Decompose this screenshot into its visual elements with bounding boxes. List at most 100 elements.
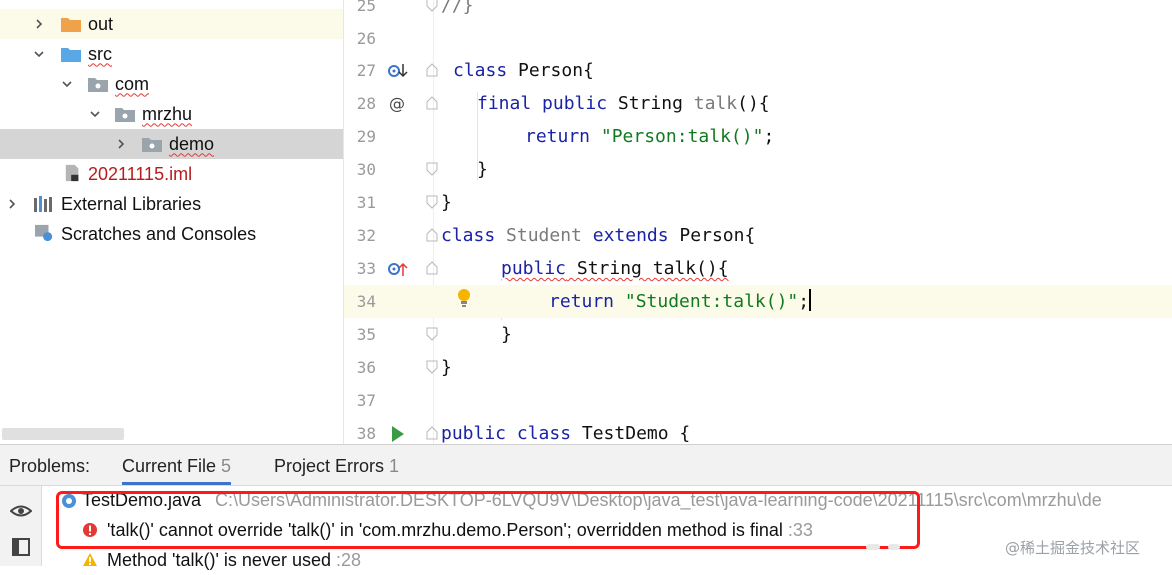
tree-item-label: Scratches and Consoles <box>61 223 257 244</box>
code-line: 37 <box>344 384 1172 417</box>
code-text: return "Student:talk()"; <box>549 289 812 312</box>
folder-icon <box>61 48 81 62</box>
chevron-right-icon[interactable] <box>5 197 19 211</box>
tree-item-label: src <box>88 43 112 64</box>
fold-end-icon[interactable] <box>426 195 438 209</box>
overriding-up-icon[interactable] <box>386 258 408 280</box>
code-line: 33 public String talk(){ <box>344 252 1172 285</box>
code-text: class Student extends Person{ <box>441 225 756 246</box>
line-number: 29 <box>356 127 376 146</box>
code-line: 35 } <box>344 318 1172 351</box>
line-number: 37 <box>356 391 376 410</box>
code-line: 30 } <box>344 153 1172 186</box>
fold-start-icon[interactable] <box>426 426 438 440</box>
line-number: 38 <box>356 424 376 443</box>
code-text: } <box>501 324 512 345</box>
chevron-down-icon[interactable] <box>32 47 46 61</box>
line-number: 34 <box>356 292 376 311</box>
warning-icon <box>83 553 97 566</box>
layout-icon[interactable] <box>10 536 32 558</box>
fold-end-icon[interactable] <box>426 360 438 374</box>
package-icon <box>115 108 135 122</box>
watermark-decoration <box>866 544 900 550</box>
tree-item-out[interactable]: out <box>0 9 343 39</box>
watermark: @稀土掘金技术社区 <box>1005 539 1141 557</box>
libraries-icon <box>34 196 52 212</box>
package-icon <box>142 138 162 152</box>
fold-start-icon[interactable] <box>426 96 438 110</box>
tree-item-src[interactable]: src <box>0 39 343 69</box>
code-text: public class TestDemo { <box>441 423 691 444</box>
tab-current-file[interactable]: Current File 5 <box>122 445 232 485</box>
iml-file-icon <box>65 164 79 182</box>
code-line: 26 <box>344 22 1172 55</box>
chevron-down-icon[interactable] <box>88 107 102 121</box>
line-number: 28 <box>356 94 376 113</box>
lightbulb-icon[interactable] <box>453 287 475 309</box>
code-line-current: 34 return "Student:talk()"; <box>344 285 1172 318</box>
tree-item-label: demo <box>169 133 215 154</box>
problem-message: Method 'talk()' is never used :28 <box>107 550 362 570</box>
fold-end-icon[interactable] <box>426 162 438 176</box>
project-tree: out src com mrzhu demo 20211115.iml Exte… <box>0 0 344 444</box>
fold-end-icon[interactable] <box>426 0 438 12</box>
scratches-icon <box>35 224 53 242</box>
tree-item-demo[interactable]: demo <box>0 129 343 159</box>
line-number: 27 <box>356 61 376 80</box>
problems-sidebar <box>0 486 42 566</box>
tab-count: 1 <box>389 456 400 476</box>
tree-item-com[interactable]: com <box>0 69 343 99</box>
run-icon[interactable] <box>386 423 408 444</box>
chevron-right-icon[interactable] <box>32 17 46 31</box>
code-text: //} <box>441 0 474 16</box>
fold-start-icon[interactable] <box>426 261 438 275</box>
code-line: 38 public class TestDemo { <box>344 417 1172 444</box>
problem-location: :28 <box>336 550 362 570</box>
code-line: 32 class Student extends Person{ <box>344 219 1172 252</box>
annotation-at-icon: @ <box>389 94 405 113</box>
error-highlight-box <box>56 491 920 549</box>
problems-tab-bar: Problems: Current File 5 Project Errors … <box>0 445 1172 486</box>
chevron-right-icon[interactable] <box>114 137 128 151</box>
horizontal-scrollbar[interactable] <box>2 428 124 440</box>
line-number: 31 <box>356 193 376 212</box>
tree-item-external-libraries[interactable]: External Libraries <box>0 189 343 219</box>
line-number: 32 <box>356 226 376 245</box>
code-line: 31 } <box>344 186 1172 219</box>
eye-icon[interactable] <box>10 500 32 522</box>
code-line: 25 //} <box>344 0 1172 22</box>
line-number: 36 <box>356 358 376 377</box>
problems-label: Problems: <box>9 456 91 476</box>
fold-end-icon[interactable] <box>426 327 438 341</box>
folder-icon <box>61 18 81 32</box>
tab-project-errors[interactable]: Project Errors 1 <box>274 445 399 485</box>
line-number: 30 <box>356 160 376 179</box>
code-editor[interactable]: 25 //} 26 27 class Person{ 28 @ final pu… <box>344 0 1172 444</box>
line-number: 35 <box>356 325 376 344</box>
tree-item-mrzhu[interactable]: mrzhu <box>0 99 343 129</box>
fold-start-icon[interactable] <box>426 228 438 242</box>
code-line: 29 return "Person:talk()"; <box>344 120 1172 153</box>
code-text: class Person{ <box>453 60 594 81</box>
code-text: } <box>477 159 488 180</box>
code-line: 36 } <box>344 351 1172 384</box>
overridden-down-icon[interactable] <box>386 60 408 82</box>
tab-count: 5 <box>221 456 232 476</box>
text-caret <box>809 289 812 311</box>
code-text: } <box>441 357 452 378</box>
code-text: return "Person:talk()"; <box>525 126 775 147</box>
code-text: final public String talk(){ <box>477 93 770 114</box>
line-number: 33 <box>356 259 376 278</box>
fold-start-icon[interactable] <box>426 63 438 77</box>
code-line: 27 class Person{ <box>344 54 1172 87</box>
tree-item-label: External Libraries <box>61 193 202 214</box>
line-number: 25 <box>356 0 376 15</box>
tree-item-scratches[interactable]: Scratches and Consoles <box>0 219 343 249</box>
tree-item-iml[interactable]: 20211115.iml <box>0 159 343 189</box>
chevron-down-icon[interactable] <box>60 77 74 91</box>
code-text: public String talk(){ <box>501 258 729 279</box>
tab-label: Project Errors <box>274 456 385 476</box>
tree-item-label: mrzhu <box>142 103 193 124</box>
line-number: 26 <box>356 29 376 48</box>
tree-item-label: out <box>88 13 114 34</box>
